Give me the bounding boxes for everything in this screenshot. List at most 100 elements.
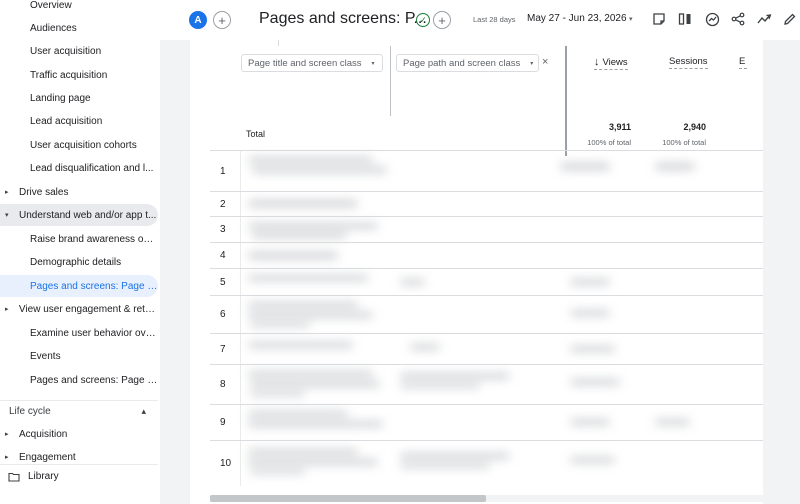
date-range-picker[interactable]: May 27 - Jun 23, 2026 [527,13,627,24]
redacted-cell [248,252,338,259]
section-life-cycle[interactable]: Life cycle ▴ [0,400,158,422]
sidebar-item[interactable]: ▾ Understand web and/or app t... [0,204,158,226]
sidebar-item-label: Lead acquisition [30,115,103,127]
sidebar-item[interactable]: Pages and screens: Page p... [0,369,158,391]
table-row[interactable]: 5 [210,268,763,295]
sidebar-item-label: User acquisition cohorts [30,139,137,151]
dimension-selector-page-title[interactable]: Page title and screen class ▾ [241,54,383,72]
column-header-engaged[interactable]: E [739,56,747,69]
redacted-cell [570,379,620,385]
table-row[interactable]: 2 [210,191,763,216]
sidebar: Overview Audiences User acquisition Traffic… [0,0,160,504]
sidebar-item[interactable]: Landing page [0,87,158,109]
total-row-label: Total [246,129,266,139]
sidebar-item-label: Pages and screens: Page p... [30,374,158,386]
sidebar-item[interactable]: Overview [0,0,158,16]
redacted-cell [248,223,378,229]
row-number: 6 [220,309,226,320]
add-button[interactable]: + [433,11,451,29]
row-number: 5 [220,276,226,288]
horizontal-scrollbar-thumb[interactable] [210,495,486,502]
sidebar-item[interactable]: Raise brand awareness ove... [0,228,158,250]
sidebar-item-label: Understand web and/or app t... [19,209,157,221]
sidebar-item-label: View user engagement & rete... [18,303,158,315]
sidebar-item[interactable]: User acquisition cohorts [0,134,158,156]
column-divider[interactable] [390,46,391,116]
redacted-cell [248,312,373,318]
table-row[interactable]: 1 [210,150,763,191]
chevron-down-icon: ▾ [530,60,534,67]
sidebar-item[interactable]: User acquisition [0,40,158,62]
row-divider [240,217,241,242]
table-row[interactable]: 7 [210,333,763,364]
row-divider [240,441,241,486]
edit-icon[interactable] [781,10,799,28]
close-icon[interactable]: × [542,56,548,68]
redacted-cell [570,457,615,463]
sidebar-item-acquisition[interactable]: ▸ Acquisition [0,423,158,445]
chevron-down-icon: ▾ [371,60,375,67]
total-sessions-percent: 100% of total [662,138,706,147]
redacted-cell [252,232,347,238]
notes-icon[interactable] [650,10,668,28]
trend-icon[interactable] [755,10,773,28]
table-row[interactable]: 9 [210,404,763,440]
expand-arrow-icon: ▾ [5,212,9,219]
sidebar-item[interactable]: Events [0,345,158,367]
redacted-cell [655,419,690,425]
sidebar-item-label: Acquisition [19,428,68,440]
redacted-cell [570,279,610,285]
sidebar-item[interactable]: Lead acquisition [0,110,158,132]
insights-icon[interactable] [703,10,721,28]
expand-arrow-icon: ▸ [5,306,9,313]
divider [278,40,279,46]
check-circle-icon: ✓ [416,13,430,27]
add-comparison-button[interactable]: + [213,11,231,29]
table-row[interactable]: 3 [210,216,763,242]
dimension-label: Page title and screen class [248,57,362,69]
redacted-cell [410,344,440,350]
total-views-percent: 100% of total [587,138,631,147]
table-row[interactable]: 8 [210,364,763,404]
redacted-cell [400,383,480,388]
comparison-avatar[interactable]: A [189,11,207,29]
table-row[interactable]: 6 [210,295,763,333]
row-divider [240,192,241,216]
row-number: 10 [220,458,232,469]
folder-icon [8,472,20,482]
sidebar-item[interactable]: Audiences [0,17,158,39]
sidebar-item[interactable]: Lead disqualification and l... [0,157,158,179]
page-title: Pages and screens: P... [259,10,427,27]
redacted-cell [400,373,510,379]
redacted-cell [248,157,373,163]
expand-arrow-icon: ▸ [5,189,9,196]
column-header-views[interactable]: ↓ Views [594,56,628,70]
chevron-up-icon[interactable]: ▴ [141,406,146,417]
sidebar-item[interactable]: Traffic acquisition [0,64,158,86]
row-divider [240,365,241,404]
sidebar-item[interactable]: Demographic details [0,251,158,273]
share-icon[interactable] [729,10,747,28]
sidebar-item[interactable]: ▸ Drive sales [0,181,158,203]
library-link[interactable]: Library [0,464,158,488]
dimension-selector-page-path[interactable]: Page path and screen class ▾ [396,54,539,72]
sidebar-item[interactable]: Pages and screens: Page p... [0,275,158,297]
expand-arrow-icon: ▸ [5,431,9,438]
redacted-cell [248,200,358,207]
table-row[interactable]: 4 [210,242,763,268]
sidebar-item[interactable]: ▸ View user engagement & rete... [0,298,158,320]
table-row[interactable]: 10 [210,440,763,486]
redacted-cell [570,419,610,425]
row-divider [240,243,241,268]
sort-arrow-icon: ↓ [594,56,600,68]
sidebar-item-label: Drive sales [19,186,69,198]
row-divider [240,296,241,333]
row-number: 8 [220,379,226,390]
sidebar-item-label: Audiences [30,22,77,34]
sidebar-item[interactable]: Examine user behavior ove... [0,322,158,344]
compare-columns-icon[interactable] [676,10,694,28]
sidebar-item-label: Examine user behavior ove... [30,327,158,339]
redacted-cell [400,279,425,285]
chevron-down-icon[interactable]: ▾ [629,15,633,23]
column-header-sessions[interactable]: Sessions [669,56,708,69]
